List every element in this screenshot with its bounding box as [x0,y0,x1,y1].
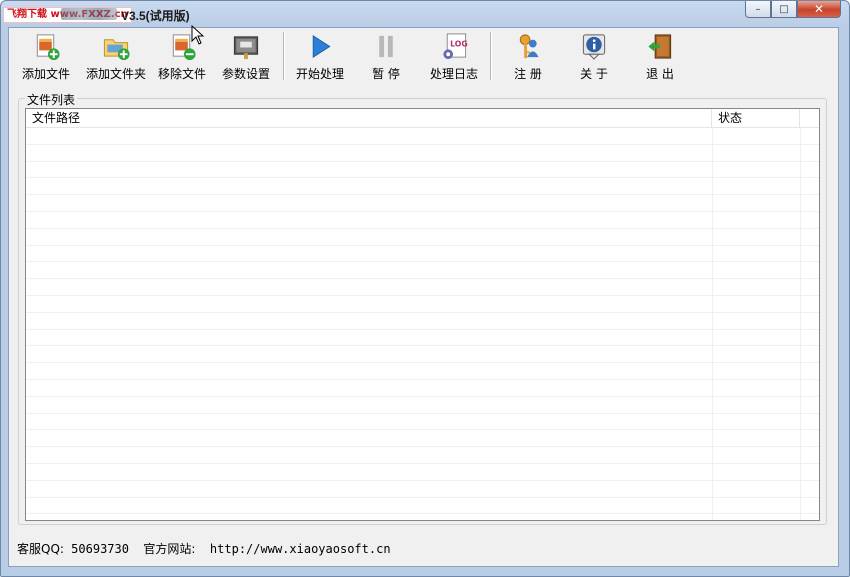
table-row[interactable] [26,397,819,414]
table-row[interactable] [26,229,819,246]
register-button[interactable]: 注 册 [499,30,557,82]
register-label: 注 册 [514,67,542,81]
pause-label: 暂 停 [372,67,400,81]
column-header-path[interactable]: 文件路径 [26,109,712,127]
table-row[interactable] [26,178,819,196]
table-row[interactable] [26,195,819,212]
mouse-cursor-icon [191,25,205,45]
add-folder-icon [103,39,130,61]
about-label: 关 于 [580,67,608,81]
start-button[interactable]: 开始处理 [291,30,349,82]
table-row[interactable] [26,346,819,364]
table-row[interactable] [26,145,819,162]
toolbar-separator [283,32,285,80]
log-label: 处理日志 [429,67,478,81]
table-row[interactable] [26,162,819,179]
toolbar-separator [490,32,492,80]
table-row[interactable] [26,262,819,280]
site-link[interactable]: http://www.xiaoyaosoft.cn [210,542,391,556]
svg-text:LOG: LOG [450,40,468,49]
remove-file-label: 移除文件 [157,67,206,81]
add-file-icon [36,34,60,61]
exit-label: 退 出 [646,67,674,81]
list-header: 文件路径 状态 [26,109,819,128]
table-row[interactable] [26,279,819,296]
table-row[interactable] [26,464,819,481]
window-title: V3.5(试用版) [121,9,190,23]
pause-icon [379,35,393,58]
table-row[interactable] [26,246,819,263]
log-icon: LOG [443,33,468,60]
title-bar[interactable]: 飞翔下载 www.FXXZ.cn V3.5(试用版) – □ ✕ [1,1,849,27]
table-row[interactable] [26,447,819,464]
table-row[interactable] [26,363,819,380]
status-bar: 客服QQ: 50693730 官方网站: http://www.xiaoyaos… [17,540,391,557]
title-obscured-text [61,8,117,20]
client-area: 添加文件 添加文件夹 移除文件 参数设置 开始处理 暂 停 LOG 处理日志 注… [8,27,839,567]
settings-button[interactable]: 参数设置 [217,30,275,82]
about-button[interactable]: 关 于 [565,30,623,82]
table-row[interactable] [26,498,819,515]
table-row[interactable] [26,212,819,229]
pause-button[interactable]: 暂 停 [357,30,415,82]
column-divider [712,128,713,520]
table-row[interactable] [26,380,819,397]
column-divider [800,128,801,520]
table-row[interactable] [26,128,819,145]
play-icon [312,34,331,59]
qq-label: 客服QQ: [17,542,64,556]
column-header-status[interactable]: 状态 [712,109,800,127]
close-button[interactable]: ✕ [797,1,841,18]
info-icon [582,34,606,60]
list-body[interactable] [26,128,819,520]
key-user-icon [519,34,539,59]
table-row[interactable] [26,414,819,431]
add-folder-label: 添加文件夹 [85,67,146,81]
app-window: 飞翔下载 www.FXXZ.cn V3.5(试用版) – □ ✕ 添加文件 [0,0,850,577]
table-row[interactable] [26,296,819,313]
file-list-view[interactable]: 文件路径 状态 [25,108,820,521]
add-folder-button[interactable]: 添加文件夹 [79,30,153,82]
settings-icon [233,36,259,60]
exit-button[interactable]: 退 出 [631,30,689,82]
qq-value: 50693730 [71,542,129,556]
log-button[interactable]: LOG 处理日志 [425,30,483,82]
settings-label: 参数设置 [221,67,270,81]
table-row[interactable] [26,330,819,347]
file-list-group-title: 文件列表 [25,91,78,108]
window-controls: – □ ✕ [745,1,841,19]
exit-door-icon [648,34,672,59]
site-label: 官方网站: [143,542,196,556]
table-row[interactable] [26,313,819,330]
minimize-button[interactable]: – [745,1,771,18]
add-file-label: 添加文件 [21,67,70,81]
start-label: 开始处理 [295,67,344,81]
toolbar: 添加文件 添加文件夹 移除文件 参数设置 开始处理 暂 停 LOG 处理日志 注… [9,28,838,84]
add-file-button[interactable]: 添加文件 [17,30,75,82]
table-row[interactable] [26,481,819,498]
table-row[interactable] [26,430,819,448]
maximize-button[interactable]: □ [771,1,797,18]
